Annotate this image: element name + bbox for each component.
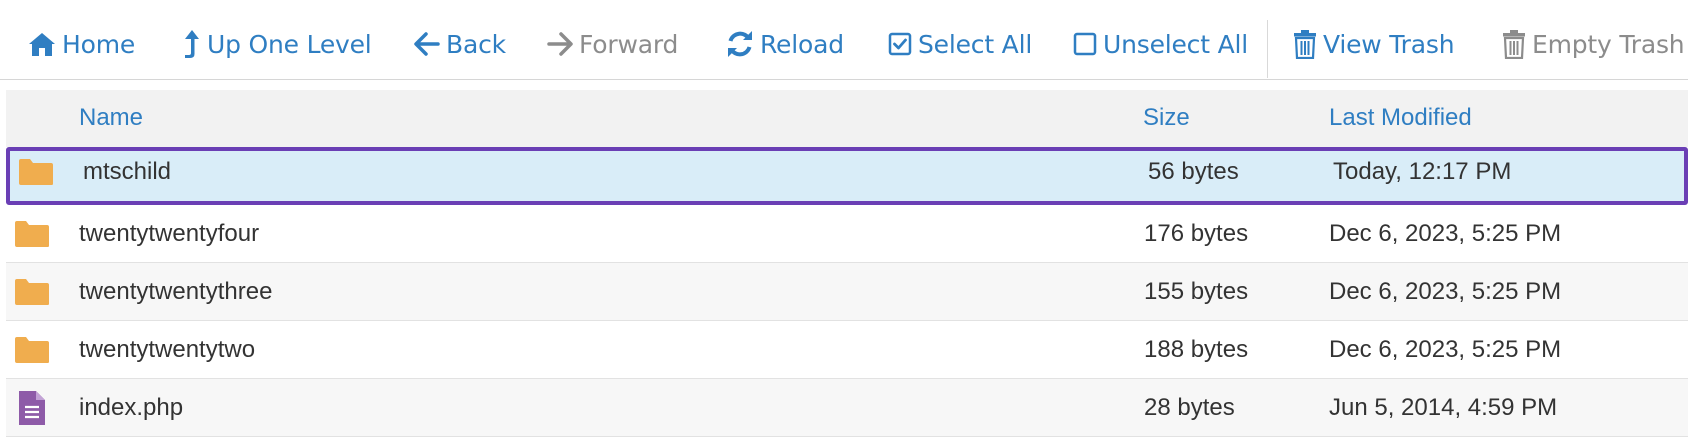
trash-icon <box>1294 30 1316 59</box>
row-size: 56 bytes <box>1148 158 1239 185</box>
table-row[interactable]: index.php 28 bytes Jun 5, 2014, 4:59 PM <box>6 379 1688 437</box>
back-label: Back <box>446 29 506 59</box>
row-name: mtschild <box>83 158 172 185</box>
row-name: twentytwentytwo <box>79 335 256 363</box>
folder-icon <box>14 205 54 262</box>
up-one-level-label: Up One Level <box>207 29 372 59</box>
row-name: twentytwentyfour <box>79 219 260 247</box>
up-one-level-button[interactable]: Up One Level <box>183 26 372 62</box>
select-all-button[interactable]: Select All <box>888 26 1032 62</box>
unselect-all-button[interactable]: Unselect All <box>1073 26 1248 62</box>
arrow-left-icon <box>414 32 440 56</box>
row-last-modified: Dec 6, 2023, 5:25 PM <box>1329 219 1562 247</box>
home-icon <box>29 33 55 56</box>
forward-button[interactable]: Forward <box>547 26 678 62</box>
table-header: Name Size Last Modified <box>6 90 1688 147</box>
row-size: 176 bytes <box>1144 219 1249 247</box>
file-list-table: Name Size Last Modified mtschild 56 byte… <box>6 90 1688 440</box>
reload-button[interactable]: Reload <box>726 26 844 62</box>
folder-icon <box>14 321 54 378</box>
table-row[interactable]: twentytwentytwo 188 bytes Dec 6, 2023, 5… <box>6 321 1688 379</box>
unselect-all-label: Unselect All <box>1103 29 1248 59</box>
column-header-name[interactable]: Name <box>79 104 143 132</box>
table-row[interactable]: twentytwentyfour 176 bytes Dec 6, 2023, … <box>6 205 1688 263</box>
file-icon <box>14 379 54 436</box>
checkbox-checked-icon <box>888 32 912 56</box>
row-last-modified: Jun 5, 2014, 4:59 PM <box>1329 393 1558 421</box>
back-button[interactable]: Back <box>414 26 506 62</box>
row-last-modified: Dec 6, 2023, 5:25 PM <box>1329 277 1562 305</box>
row-size: 188 bytes <box>1144 335 1249 363</box>
empty-trash-button[interactable]: Empty Trash <box>1502 26 1685 62</box>
home-button[interactable]: Home <box>28 26 135 62</box>
folder-icon <box>18 147 58 197</box>
view-trash-button[interactable]: View Trash <box>1293 26 1455 62</box>
arrow-right-icon <box>547 32 573 56</box>
level-up-icon <box>185 30 199 58</box>
trash-icon <box>1503 30 1525 59</box>
column-header-size[interactable]: Size <box>1143 104 1190 132</box>
row-last-modified: Today, 12:17 PM <box>1333 158 1512 185</box>
file-manager-toolbar: Home Up One Level Back Forward Reload Se… <box>0 0 1688 80</box>
table-row[interactable]: twentytwentythree 155 bytes Dec 6, 2023,… <box>6 263 1688 321</box>
column-header-last-modified[interactable]: Last Modified <box>1329 104 1472 132</box>
row-size: 155 bytes <box>1144 277 1249 305</box>
view-trash-label: View Trash <box>1323 29 1455 59</box>
folder-icon <box>14 263 54 320</box>
row-name: twentytwentythree <box>79 277 273 305</box>
home-label: Home <box>62 29 136 59</box>
row-last-modified: Dec 6, 2023, 5:25 PM <box>1329 335 1562 363</box>
toolbar-separator <box>1267 20 1268 78</box>
row-name: index.php <box>79 393 184 421</box>
forward-label: Forward <box>579 29 679 59</box>
checkbox-empty-icon <box>1073 32 1097 56</box>
row-size: 28 bytes <box>1144 393 1235 421</box>
table-row[interactable]: mtschild 56 bytes Today, 12:17 PM <box>6 147 1688 205</box>
empty-trash-label: Empty Trash <box>1532 29 1685 59</box>
select-all-label: Select All <box>918 29 1033 59</box>
refresh-icon <box>728 31 752 57</box>
reload-label: Reload <box>760 29 844 59</box>
